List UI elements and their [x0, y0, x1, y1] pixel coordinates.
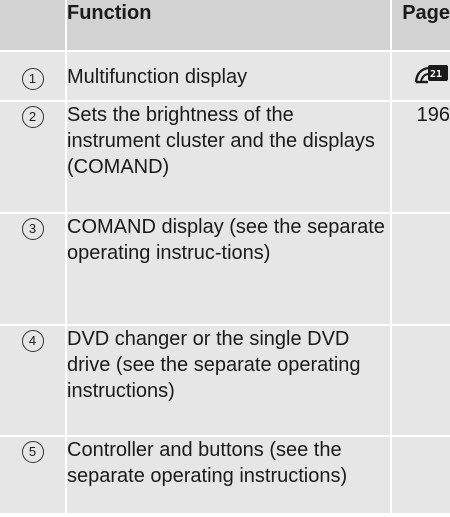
function-reference-table: Function Page 1 Multifunction display 21: [0, 0, 450, 515]
row-function-cell: Multifunction display: [66, 51, 392, 102]
circled-number: 1: [21, 68, 44, 90]
table-row: 1 Multifunction display 21: [0, 51, 450, 102]
table-row: 5 Controller and buttons (see the separa…: [0, 436, 450, 515]
header-number-cell: [0, 0, 67, 52]
circled-number: 4: [21, 330, 44, 352]
row-function-cell: Controller and buttons (see the separate…: [66, 436, 392, 515]
table-row: 3 COMAND display (see the separate opera…: [0, 213, 450, 326]
svg-text:21: 21: [430, 69, 442, 80]
header-page-cell: Page: [391, 0, 450, 52]
row-function-cell: Sets the brightness of the instrument cl…: [66, 101, 392, 214]
row-page-cell: [391, 213, 450, 326]
row-number-cell: 2: [0, 101, 67, 214]
row-page-cell: [391, 325, 450, 437]
row-page-cell: 196: [391, 101, 450, 214]
row-function-cell: COMAND display (see the separate operati…: [66, 213, 392, 326]
row-number-cell: 4: [0, 325, 67, 437]
row-number-cell: 5: [0, 436, 67, 515]
row-page-cell: 21: [391, 51, 450, 102]
header-function-cell: Function: [66, 0, 392, 52]
table-row: 4 DVD changer or the single DVD drive (s…: [0, 325, 450, 437]
row-number-cell: 1: [0, 51, 67, 102]
circled-number: 5: [21, 441, 44, 463]
table-header-row: Function Page: [0, 0, 450, 52]
circled-number: 2: [21, 106, 44, 128]
row-function-cell: DVD changer or the single DVD drive (see…: [66, 325, 392, 437]
table-row: 2 Sets the brightness of the instrument …: [0, 101, 450, 214]
row-number-cell: 3: [0, 213, 67, 326]
circled-number: 3: [21, 218, 44, 240]
row-page-cell: [391, 436, 450, 515]
instrument-cluster-icon: 21: [414, 62, 450, 93]
